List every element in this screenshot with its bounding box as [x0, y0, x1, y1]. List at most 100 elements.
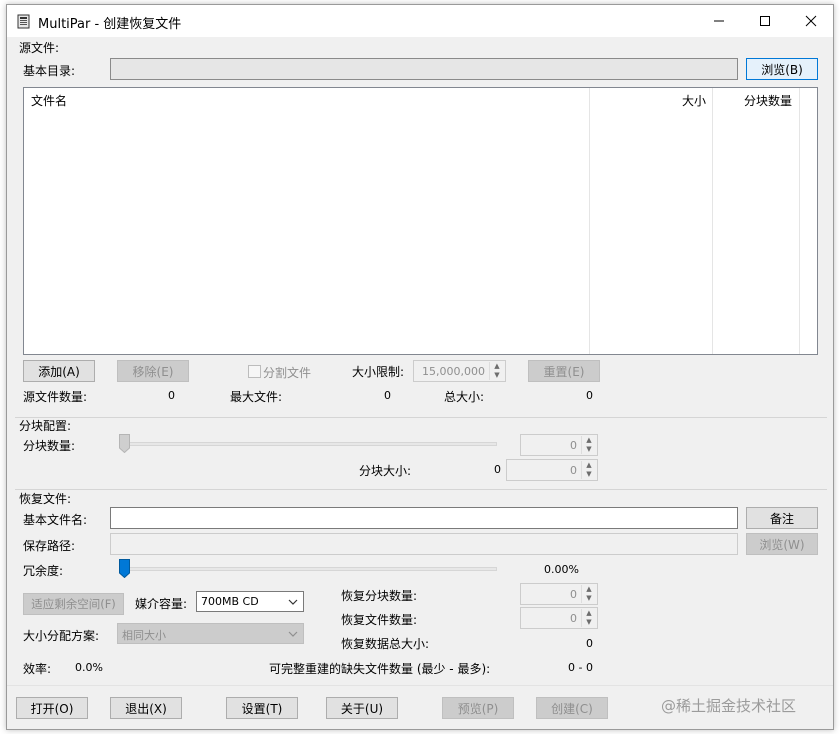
alloc-scheme-select[interactable]: 相同大小: [117, 623, 304, 644]
block-count-slider-track[interactable]: [119, 442, 497, 446]
watermark-text: @稀土掘金技术社区: [661, 697, 797, 715]
window-title: MultiPar - 创建恢复文件: [38, 17, 182, 32]
add-button[interactable]: 添加(A): [23, 360, 95, 382]
block-size-value: 0: [494, 463, 501, 476]
maximize-icon: [760, 16, 770, 26]
close-button[interactable]: [788, 5, 834, 37]
source-count-value: 0: [168, 389, 175, 402]
reset-button[interactable]: 重置(E): [528, 360, 600, 382]
block-count-label: 分块数量:: [23, 439, 76, 453]
media-capacity-select[interactable]: 700MB CD: [196, 591, 304, 612]
media-capacity-value: 700MB CD: [201, 595, 259, 608]
spin-up-icon[interactable]: ▲: [582, 585, 596, 594]
total-size-label: 总大小:: [444, 390, 485, 404]
column-header-filename[interactable]: 文件名: [31, 92, 67, 109]
efficiency-label: 效率:: [23, 662, 52, 676]
total-size-value: 0: [586, 389, 593, 402]
split-files-label: 分割文件: [263, 366, 312, 380]
open-button[interactable]: 打开(O): [16, 697, 88, 719]
block-count-spin-value: 0: [570, 439, 577, 452]
maximize-button[interactable]: [742, 5, 788, 37]
minimize-button[interactable]: [696, 5, 742, 37]
chevron-down-icon: [288, 631, 298, 637]
save-path-label: 保存路径:: [23, 539, 76, 553]
multipar-window: MultiPar - 创建恢复文件 源文件: 基本目录: 浏览(B) 文件名 大…: [6, 4, 834, 730]
column-separator: [712, 88, 713, 354]
about-button[interactable]: 关于(U): [326, 697, 398, 719]
spin-arrows[interactable]: ▲ ▼: [581, 436, 596, 454]
rec-blocks-value: 0: [570, 588, 577, 601]
block-size-spinner[interactable]: 0 ▲ ▼: [506, 459, 598, 481]
column-separator: [589, 88, 590, 354]
source-count-label: 源文件数量:: [23, 390, 88, 404]
minimize-icon: [714, 20, 724, 22]
size-limit-value: 15,000,000: [422, 365, 485, 378]
spin-arrows[interactable]: ▲ ▼: [581, 609, 596, 627]
create-button[interactable]: 创建(C): [536, 697, 608, 719]
browse-source-button[interactable]: 浏览(B): [746, 58, 818, 80]
size-limit-spinner[interactable]: 15,000,000 ▲ ▼: [413, 360, 506, 382]
spin-up-icon[interactable]: ▲: [582, 436, 596, 445]
size-limit-label: 大小限制:: [352, 365, 405, 379]
missing-files-value: 0 - 0: [568, 661, 593, 674]
divider: [15, 489, 827, 490]
chevron-down-icon: [288, 599, 298, 605]
redundancy-label: 冗余度:: [23, 564, 64, 578]
rec-files-value: 0: [570, 612, 577, 625]
spin-down-icon[interactable]: ▼: [490, 371, 504, 380]
alloc-scheme-label: 大小分配方案:: [23, 629, 100, 643]
column-header-blocks[interactable]: 分块数量: [744, 92, 792, 109]
max-file-label: 最大文件:: [230, 390, 283, 404]
spin-up-icon[interactable]: ▲: [582, 461, 596, 470]
close-icon: [805, 15, 817, 27]
redundancy-value: 0.00%: [544, 563, 579, 576]
block-section-label: 分块配置:: [19, 419, 72, 433]
spin-arrows[interactable]: ▲ ▼: [489, 362, 504, 380]
alloc-scheme-value: 相同大小: [122, 629, 166, 642]
spin-down-icon[interactable]: ▼: [582, 594, 596, 603]
spin-down-icon[interactable]: ▼: [582, 445, 596, 454]
rec-total-size-value: 0: [586, 637, 593, 650]
browse-save-path-button[interactable]: 浏览(W): [746, 533, 818, 555]
block-count-spinner[interactable]: 0 ▲ ▼: [520, 434, 598, 456]
remove-button[interactable]: 移除(E): [117, 360, 189, 382]
multipar-app-icon: [17, 14, 30, 29]
base-dir-field: [110, 58, 738, 80]
fit-free-space-button[interactable]: 适应剩余空间(F): [23, 593, 124, 615]
divider: [15, 417, 827, 418]
source-section-label: 源文件:: [19, 41, 60, 55]
block-size-spin-value: 0: [570, 464, 577, 477]
spin-arrows[interactable]: ▲ ▼: [581, 585, 596, 603]
spin-down-icon[interactable]: ▼: [582, 470, 596, 479]
efficiency-value: 0.0%: [75, 661, 103, 674]
spin-up-icon[interactable]: ▲: [582, 609, 596, 618]
recovery-section-label: 恢复文件:: [19, 492, 72, 506]
title-bar[interactable]: MultiPar - 创建恢复文件: [7, 5, 833, 37]
column-separator: [799, 88, 800, 354]
divider: [7, 685, 833, 686]
note-button[interactable]: 备注: [746, 507, 818, 529]
rec-files-spinner[interactable]: 0 ▲ ▼: [520, 607, 598, 629]
preview-button[interactable]: 预览(P): [442, 697, 514, 719]
missing-files-label: 可完整重建的缺失文件数量 (最少 - 最多):: [269, 662, 491, 676]
block-count-slider-thumb[interactable]: [119, 434, 130, 453]
rec-files-label: 恢复文件数量:: [341, 613, 418, 627]
save-path-field[interactable]: [110, 533, 738, 555]
base-name-input[interactable]: [110, 507, 738, 529]
redundancy-slider-track[interactable]: [119, 567, 497, 571]
rec-total-size-label: 恢复数据总大小:: [341, 637, 430, 651]
exit-button[interactable]: 退出(X): [110, 697, 182, 719]
split-files-checkbox[interactable]: [248, 365, 261, 378]
settings-button[interactable]: 设置(T): [226, 697, 298, 719]
rec-blocks-label: 恢复分块数量:: [341, 589, 418, 603]
spin-up-icon[interactable]: ▲: [490, 362, 504, 371]
rec-blocks-spinner[interactable]: 0 ▲ ▼: [520, 583, 598, 605]
spin-arrows[interactable]: ▲ ▼: [581, 461, 596, 479]
source-file-list[interactable]: 文件名 大小 分块数量: [23, 87, 818, 355]
block-size-label: 分块大小:: [359, 464, 412, 478]
spin-down-icon[interactable]: ▼: [582, 618, 596, 627]
media-capacity-label: 媒介容量:: [135, 597, 188, 611]
max-file-value: 0: [384, 389, 391, 402]
column-header-size[interactable]: 大小: [682, 92, 706, 109]
redundancy-slider-thumb[interactable]: [119, 559, 130, 578]
